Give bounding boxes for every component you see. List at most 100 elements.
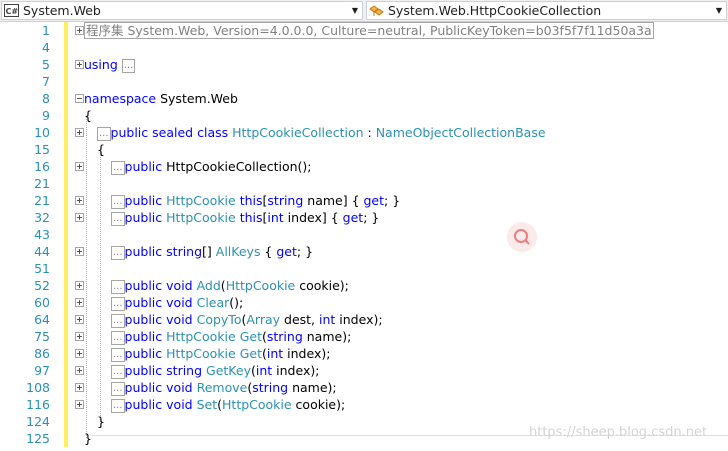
collapsed-region[interactable]: ... <box>111 331 125 345</box>
code-text: ... public string[] AllKeys { get; } <box>111 243 313 260</box>
change-marker <box>64 294 68 311</box>
code-line[interactable]: 86 ... public HttpCookie Get(int index); <box>0 345 728 362</box>
type-name: Set <box>196 397 218 412</box>
type-name: Add <box>196 278 221 293</box>
collapsed-region[interactable]: ... <box>111 348 125 362</box>
type-name: GetKey <box>206 363 251 378</box>
change-marker <box>64 90 68 107</box>
code-line[interactable]: 52 ... public void Add(HttpCookie cookie); <box>0 277 728 294</box>
keyword: public <box>124 329 163 344</box>
code-line[interactable]: 1 程序集 System.Web, Version=4.0.0.0, Cultur… <box>0 22 728 39</box>
expand-icon[interactable] <box>75 298 84 307</box>
change-marker <box>64 260 68 277</box>
csharp-project-icon: C# <box>4 4 19 17</box>
change-marker <box>64 226 68 243</box>
expand-icon[interactable] <box>75 315 84 324</box>
collapsed-region[interactable]: ... <box>111 161 125 175</box>
keyword: string <box>252 380 289 395</box>
line-number: 4 <box>42 40 50 55</box>
class-icon <box>369 5 384 16</box>
code-text: ... public void Set(HttpCookie cookie); <box>111 396 345 413</box>
floating-search-icon[interactable] <box>507 222 537 252</box>
code-line[interactable]: 4 <box>0 39 728 56</box>
expand-icon[interactable] <box>75 281 84 290</box>
collapsed-region[interactable]: ... <box>111 314 125 328</box>
expand-icon[interactable] <box>75 60 84 69</box>
line-number: 64 <box>34 312 50 327</box>
code-text: ... public HttpCookie Get(string name); <box>111 328 351 345</box>
code-line[interactable]: 116 ... public void Set(HttpCookie cookie)… <box>0 396 728 413</box>
keyword: public <box>124 159 163 174</box>
code-line[interactable]: 8 namespace System.Web <box>0 90 728 107</box>
expand-icon[interactable] <box>75 366 84 375</box>
collapsed-region[interactable]: ... <box>111 297 125 311</box>
keyword: get <box>276 244 297 259</box>
code-token: cookie); <box>295 278 349 293</box>
change-marker <box>64 22 68 39</box>
code-line[interactable]: 16... public HttpCookieCollection(); <box>0 158 728 175</box>
code-text: ... public HttpCookie this[int index] { g… <box>111 209 379 226</box>
code-line[interactable]: 7 <box>0 73 728 90</box>
keyword: void <box>166 278 193 293</box>
keyword: string <box>166 244 203 259</box>
code-line[interactable]: 51 <box>0 260 728 277</box>
code-line[interactable]: 15 { <box>0 141 728 158</box>
expand-icon[interactable] <box>75 247 84 256</box>
keyword: public <box>110 125 149 140</box>
code-line[interactable]: 10... public sealed class HttpCookieColle… <box>0 124 728 141</box>
type-name: Get <box>239 346 262 361</box>
project-dropdown[interactable]: C# System.Web ▼ <box>1 1 363 20</box>
collapsed-region[interactable]: ... <box>97 127 111 141</box>
expand-icon[interactable] <box>75 26 84 35</box>
collapsed-region[interactable]: ... <box>121 59 136 73</box>
line-number: 21 <box>34 176 50 191</box>
type-name: HttpCookie <box>225 278 296 293</box>
code-text: ... public HttpCookie Get(int index); <box>111 345 330 362</box>
expand-icon[interactable] <box>75 128 84 137</box>
collapse-icon[interactable] <box>75 94 84 103</box>
chevron-down-icon[interactable]: ▼ <box>348 2 362 19</box>
code-line[interactable]: 5 using ... <box>0 56 728 73</box>
expand-icon[interactable] <box>75 196 84 205</box>
expand-icon[interactable] <box>75 400 84 409</box>
collapsed-region[interactable]: ... <box>111 365 125 379</box>
collapsed-region[interactable]: ... <box>111 212 125 226</box>
line-number: 10 <box>34 125 50 140</box>
change-marker <box>64 396 68 413</box>
line-number: 125 <box>26 431 50 446</box>
code-line[interactable]: 21 ... public HttpCookie this[string name]… <box>0 192 728 209</box>
code-line[interactable]: 108 ... public void Remove(string name); <box>0 379 728 396</box>
code-line[interactable]: 97 ... public string GetKey(int index); <box>0 362 728 379</box>
change-marker <box>64 39 68 56</box>
collapsed-region[interactable]: 程序集 System.Web, Version=4.0.0.0, Culture… <box>84 22 654 39</box>
code-line[interactable]: 64 ... public void CopyTo(Array dest, int … <box>0 311 728 328</box>
code-line[interactable]: 21 <box>0 175 728 192</box>
collapsed-region[interactable]: ... <box>111 382 125 396</box>
collapsed-region[interactable]: ... <box>111 195 125 209</box>
code-line[interactable]: 75 ... public HttpCookie Get(string name); <box>0 328 728 345</box>
keyword: int <box>266 346 284 361</box>
line-number: 86 <box>34 346 50 361</box>
code-line[interactable]: 60... public void Clear(); <box>0 294 728 311</box>
collapsed-region[interactable]: ... <box>111 246 125 260</box>
type-dropdown[interactable]: System.Web.HttpCookieCollection ▼ <box>366 1 727 20</box>
code-line[interactable]: 32 ... public HttpCookie this[int index] {… <box>0 209 728 226</box>
expand-icon[interactable] <box>75 349 84 358</box>
expand-icon[interactable] <box>75 383 84 392</box>
expand-icon[interactable] <box>75 162 84 171</box>
keyword: public <box>124 193 163 208</box>
keyword: string <box>266 329 303 344</box>
code-text: ... public void Clear(); <box>111 294 243 311</box>
code-line[interactable]: 43 <box>0 226 728 243</box>
collapsed-region[interactable]: ... <box>111 399 125 413</box>
code-token: ; } <box>363 210 380 225</box>
type-name: NameObjectCollectionBase <box>375 125 546 140</box>
expand-icon[interactable] <box>75 332 84 341</box>
chevron-down-icon[interactable]: ▼ <box>712 2 726 19</box>
expand-icon[interactable] <box>75 213 84 222</box>
code-editor[interactable]: 1 程序集 System.Web, Version=4.0.0.0, Cultur… <box>0 22 728 451</box>
code-line[interactable]: 44... public string[] AllKeys { get; } <box>0 243 728 260</box>
code-line[interactable]: 9{ <box>0 107 728 124</box>
line-number: 52 <box>34 278 50 293</box>
collapsed-region[interactable]: ... <box>111 280 125 294</box>
